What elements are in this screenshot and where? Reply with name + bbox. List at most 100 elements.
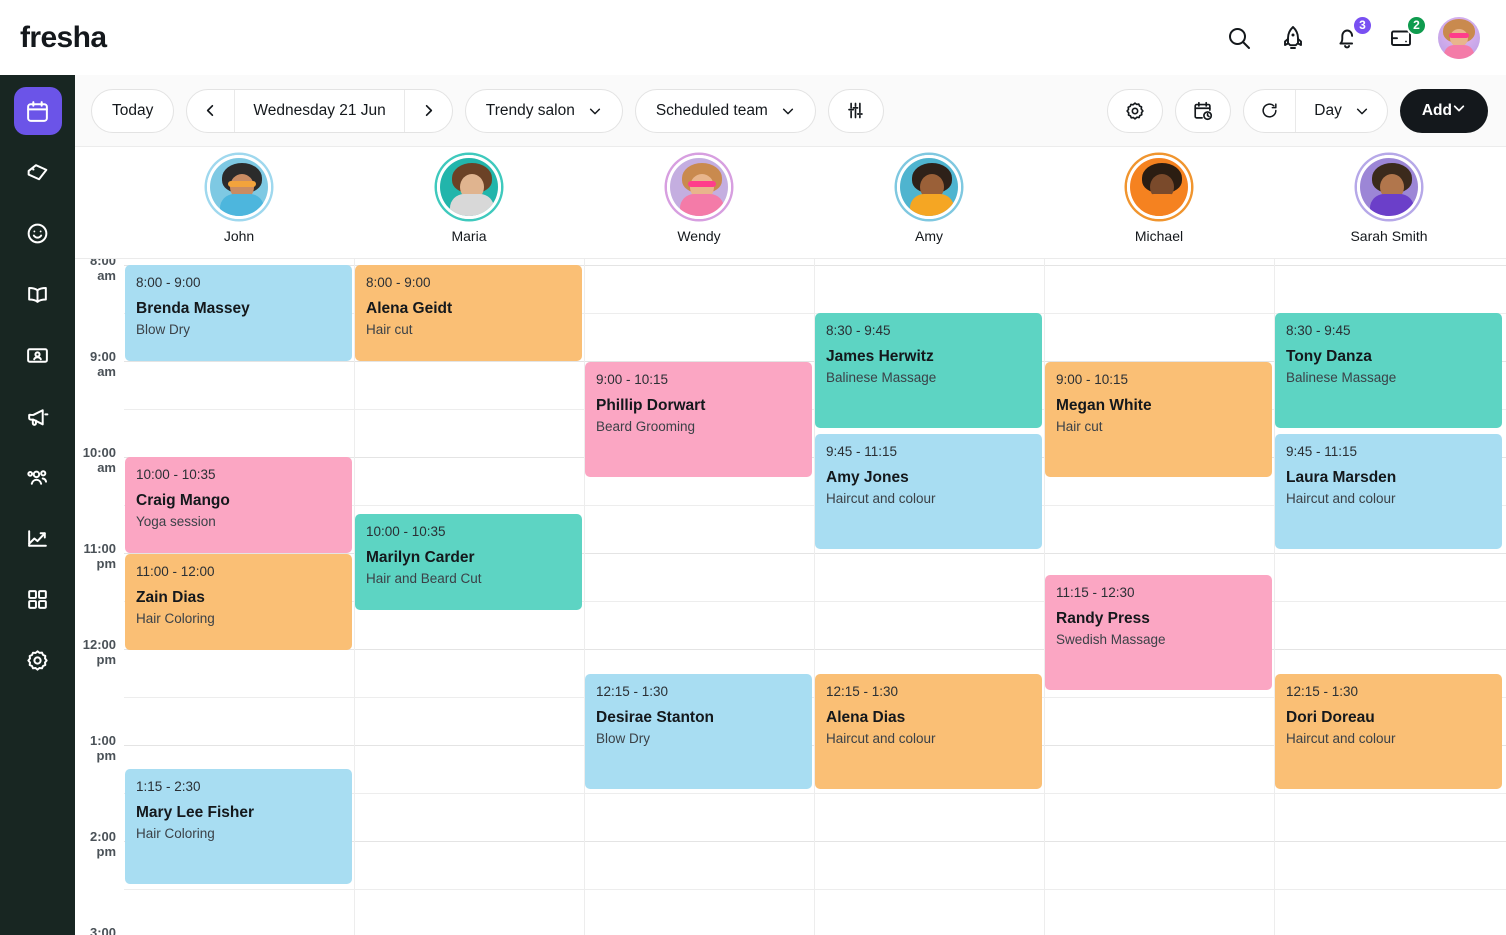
staff-name-label: Amy [915,228,943,244]
appointment-client: Zain Dias [136,588,205,606]
sidebar-item-calendar[interactable] [13,87,62,135]
view-selector[interactable]: Day [1295,89,1387,132]
staff-avatar[interactable] [897,155,961,219]
add-label: Add [1421,101,1452,119]
sidebar-item-settings[interactable] [14,636,62,684]
time-label: 3:00 [89,925,116,935]
filter-button[interactable] [827,88,884,133]
staff-column-header: John [124,147,354,258]
time-label: 9:00 am [90,349,116,379]
sidebar-item-clients[interactable] [14,209,62,257]
appointment-card[interactable]: 9:00 - 10:15 Megan White Hair cut [1045,362,1272,477]
appointment-client: Amy Jones [826,468,909,486]
appointment-client: Brenda Massey [136,299,250,317]
avatar-body [1444,44,1474,59]
appointment-client: Megan White [1056,396,1152,414]
sidebar-item-vouchers[interactable] [14,331,62,379]
wallet-icon[interactable]: 2 [1384,14,1427,55]
appointment-card[interactable]: 8:00 - 9:00 Brenda Massey Blow Dry [125,265,352,361]
appointment-service: Haircut and colour [1286,731,1396,747]
calendar-grid: 8:00 am 9:00 am 10:00 am 11:00 pm 12:00 pm 1:00 pm 2… [75,259,1506,935]
time-hour: 2:00 [89,829,116,844]
staff-avatar[interactable] [667,155,731,219]
appointment-client: Craig Mango [136,491,230,509]
appointment-card[interactable]: 9:00 - 10:15 Phillip Dorwart Beard Groomin… [585,362,812,477]
sidebar-item-apps[interactable] [14,575,62,623]
appointment-card[interactable]: 12:15 - 1:30 Dori Doreau Haircut and colou… [1275,674,1502,789]
top-bar-actions: 3 2 [1222,14,1480,59]
sidebar-item-reports[interactable] [14,514,62,562]
appointment-service: Swedish Massage [1056,632,1166,648]
team-selector[interactable]: Scheduled team [634,88,816,133]
team-label: Scheduled team [655,101,768,119]
appointment-card[interactable]: 8:00 - 9:00 Alena Geidt Hair cut [355,265,582,361]
appointment-service: Haircut and colour [826,731,936,747]
sidebar-item-team[interactable] [14,453,62,501]
location-selector[interactable]: Trendy salon [464,88,623,133]
staff-avatar[interactable] [437,155,501,219]
appointment-card[interactable]: 9:45 - 11:15 Amy Jones Haircut and colour [815,434,1042,549]
sliders-icon [848,102,864,119]
time-label: 11:00 pm [83,541,116,571]
appointment-time: 10:00 - 10:35 [366,524,446,539]
grid-icon [28,589,47,609]
rocket-icon[interactable] [1276,21,1310,55]
appointment-card[interactable]: 10:00 - 10:35 Marilyn Carder Hair and Bear… [355,514,582,610]
search-icon[interactable] [1222,21,1256,55]
smiley-icon [27,223,48,243]
staff-name-label: Maria [451,228,487,244]
add-button[interactable]: Add [1399,88,1488,133]
chart-line-icon [28,529,47,547]
appointment-card[interactable]: 11:00 - 12:00 Zain Dias Hair Coloring [125,554,352,650]
sidebar-item-catalog[interactable] [14,270,62,318]
time-label: 8:00 am [90,259,116,283]
sidebar-item-sales[interactable] [14,148,62,196]
staff-avatar[interactable] [1127,155,1191,219]
appointment-card[interactable]: 1:15 - 2:30 Mary Lee Fisher Hair Coloring [125,769,352,884]
appointment-card[interactable]: 8:30 - 9:45 James Herwitz Balinese Massage [815,313,1042,428]
avatar-body [1140,194,1184,216]
time-meridiem: am [97,267,116,283]
appointment-card[interactable]: 12:15 - 1:30 Desirae Stanton Blow Dry [585,674,812,789]
appointment-card[interactable]: 11:15 - 12:30 Randy Press Swedish Massage [1045,575,1272,690]
brand-logo[interactable]: fresha [20,21,107,55]
next-day-button[interactable] [405,90,452,132]
time-axis: 8:00 am 9:00 am 10:00 am 11:00 pm 12:00 pm 1:00 pm 2… [75,259,124,935]
appointment-time: 8:00 - 9:00 [366,275,431,290]
grid-column-divider [584,259,585,935]
staff-avatar[interactable] [207,155,271,219]
time-hour: 12:00 [82,637,116,652]
chevron-down-icon [1355,104,1369,118]
appointment-card[interactable]: 9:45 - 11:15 Laura Marsden Haircut and col… [1275,434,1502,549]
grid-hour-line [124,889,1506,890]
appointment-service: Yoga session [136,514,216,530]
date-navigator: Wednesday 21 Jun [186,88,453,133]
staff-cells: John Maria Wendy Amy Michael Sarah Smith [124,147,1504,258]
appointment-service: Blow Dry [136,322,191,338]
schedule-button[interactable] [1175,88,1232,133]
staff-column-header: Michael [1044,147,1274,258]
sidebar-item-marketing[interactable] [14,392,62,440]
tag-icon [27,163,48,180]
staff-column-header: Maria [354,147,584,258]
time-hour: 3:00 [89,925,116,935]
appointment-card[interactable]: 10:00 - 10:35 Craig Mango Yoga session [125,457,352,553]
refresh-button[interactable] [1244,90,1295,132]
appointment-time: 11:15 - 12:30 [1056,585,1135,600]
appointment-card[interactable]: 8:30 - 9:45 Tony Danza Balinese Massage [1275,313,1502,428]
today-button[interactable]: Today [91,88,175,133]
account-avatar[interactable] [1438,16,1480,59]
staff-avatar[interactable] [1357,155,1421,219]
current-date-label[interactable]: Wednesday 21 Jun [234,89,405,132]
appointment-client: Desirae Stanton [596,708,715,726]
avatar-body [220,194,264,216]
avatar-body [680,194,724,216]
appointment-time: 9:00 - 10:15 [1056,372,1129,387]
settings-button[interactable] [1107,88,1164,133]
appointment-card[interactable]: 12:15 - 1:30 Alena Dias Haircut and colour [815,674,1042,789]
toolbar-right-actions: Day Add [1107,88,1488,133]
staff-name-label: Wendy [677,228,721,244]
prev-day-button[interactable] [187,90,234,132]
gear-icon [1126,101,1144,120]
bell-icon[interactable]: 3 [1330,14,1373,55]
